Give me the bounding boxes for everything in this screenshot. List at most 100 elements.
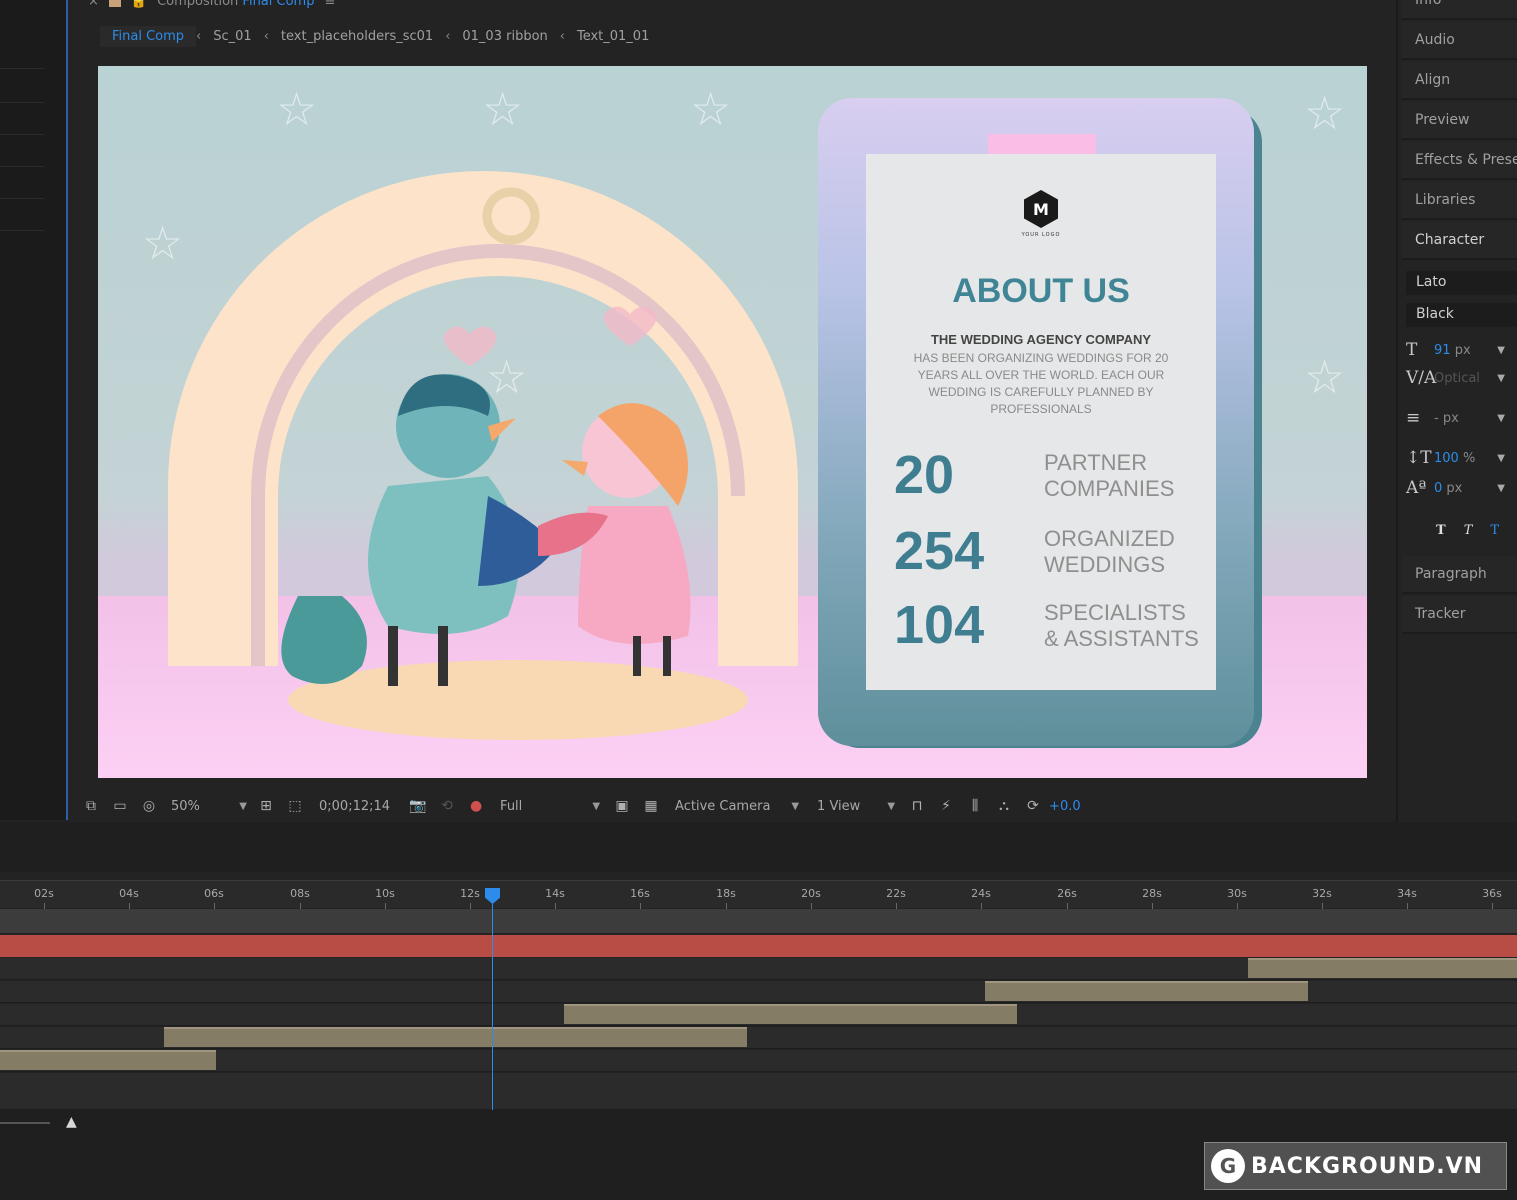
- font-size-value[interactable]: 91 px: [1434, 343, 1484, 358]
- zoom-in-mountain-icon[interactable]: ▲: [66, 1114, 77, 1130]
- monitor-icon[interactable]: ▭: [110, 797, 130, 815]
- vertical-scale-row: ↕T 100 % ▼: [1406, 446, 1517, 470]
- chevron-down-icon[interactable]: ▼: [1497, 413, 1505, 424]
- baseline-shift-value[interactable]: 0 px: [1434, 481, 1484, 496]
- money-bag-shape: [281, 596, 367, 684]
- chevron-down-icon[interactable]: ▼: [1497, 483, 1505, 494]
- layer-bar[interactable]: [985, 981, 1308, 1001]
- panel-preview[interactable]: Preview: [1402, 102, 1517, 140]
- panel-effects-presets[interactable]: Effects & Presets: [1402, 142, 1517, 180]
- ruler-label: 16s: [630, 887, 650, 900]
- resolution-dropdown[interactable]: Full ▼: [500, 799, 600, 814]
- faux-bold-button[interactable]: T: [1436, 523, 1446, 538]
- layer-bar[interactable]: [0, 1050, 216, 1070]
- font-style-field[interactable]: Black: [1406, 303, 1517, 327]
- breadcrumb-final-comp[interactable]: Final Comp: [100, 25, 197, 47]
- all-caps-button[interactable]: T: [1490, 523, 1499, 538]
- layer-bar[interactable]: [1248, 958, 1517, 978]
- views-dropdown[interactable]: 1 View ▼: [817, 799, 895, 814]
- fast-previews-icon[interactable]: ⚡: [936, 797, 956, 815]
- toggle-pixel-aspect-icon[interactable]: ⊓: [907, 797, 927, 815]
- stat-label: PARTNER COMPANIES: [1044, 450, 1174, 502]
- composition-panel-header: × 🔒 Composition Final Comp ≡ Final Comp …: [72, 0, 1392, 52]
- panel-tracker[interactable]: Tracker: [1402, 596, 1517, 634]
- project-panel-strip: [0, 0, 68, 820]
- show-snapshot-icon[interactable]: ⟲: [437, 797, 457, 815]
- fit-icon[interactable]: ⊞: [256, 797, 276, 815]
- ruler-label: 06s: [204, 887, 224, 900]
- about-title: ABOUT US: [952, 272, 1130, 310]
- leading-value[interactable]: - px: [1434, 411, 1484, 426]
- layer-track[interactable]: [0, 1027, 1517, 1049]
- views-value: 1 View: [817, 798, 861, 814]
- stat-number: 20: [894, 445, 955, 505]
- close-icon[interactable]: ×: [88, 0, 99, 9]
- layer-bar[interactable]: [564, 1004, 1017, 1024]
- exposure-value[interactable]: +0.0: [1049, 799, 1081, 814]
- layer-track[interactable]: [0, 958, 1517, 980]
- panel-audio[interactable]: Audio: [1402, 22, 1517, 60]
- fast-preview-icon[interactable]: ▣: [612, 797, 632, 815]
- always-preview-icon[interactable]: ⧉: [81, 797, 101, 815]
- layer-track[interactable]: [0, 1004, 1517, 1026]
- lock-icon[interactable]: 🔒: [131, 0, 147, 9]
- panel-row: [0, 166, 44, 167]
- camera-snapshot-icon[interactable]: 📷: [408, 797, 428, 815]
- timeline-icon[interactable]: ⫼: [965, 797, 985, 815]
- color-channels-icon[interactable]: ●: [466, 797, 486, 815]
- bride-leg: [633, 636, 641, 676]
- mask-icon[interactable]: ◎: [139, 797, 159, 815]
- breadcrumb-sc01[interactable]: Sc_01: [201, 29, 263, 44]
- transparency-grid-icon[interactable]: ▦: [641, 797, 661, 815]
- stat-label-line1: SPECIALISTS: [1044, 600, 1186, 625]
- chevron-down-icon[interactable]: ▼: [1497, 453, 1505, 464]
- zoom-dropdown[interactable]: 50% ▼: [171, 799, 247, 814]
- ruler-label: 20s: [801, 887, 821, 900]
- breadcrumb-ribbon[interactable]: 01_03 ribbon: [450, 29, 559, 44]
- time-ruler[interactable]: 02s 04s 06s 08s 10s 12s 14s 16s 18s 20s …: [0, 880, 1517, 909]
- layer-bar[interactable]: [164, 1027, 747, 1047]
- stat-label-line2: WEDDINGS: [1044, 552, 1165, 577]
- ruler-label: 04s: [119, 887, 139, 900]
- hamburger-icon[interactable]: ≡: [324, 0, 335, 9]
- work-area-bar[interactable]: [0, 909, 1517, 933]
- vertical-scale-value[interactable]: 100 %: [1434, 451, 1484, 466]
- layer-track[interactable]: [0, 1050, 1517, 1072]
- current-timecode[interactable]: 0;00;12;14: [319, 799, 390, 814]
- ruler-label: 28s: [1142, 887, 1162, 900]
- panel-align[interactable]: Align: [1402, 62, 1517, 100]
- ruler-label: 36s: [1482, 887, 1502, 900]
- panel-info[interactable]: Info: [1402, 0, 1517, 20]
- region-of-interest-icon[interactable]: ⬚: [285, 797, 305, 815]
- kerning-value[interactable]: Optical: [1434, 371, 1484, 386]
- watermark-text: BACKGROUND.VN: [1251, 1153, 1484, 1179]
- composition-viewer[interactable]: ☆ ☆ ☆ ☆ ☆ ☆ ☆ M YOUR LOGO ABOUT US THE W…: [98, 66, 1367, 778]
- heart-shape: [443, 326, 497, 366]
- playhead-line[interactable]: [492, 890, 493, 1112]
- ruler-label: 12s: [460, 887, 480, 900]
- reset-exposure-icon[interactable]: ⟳: [1023, 797, 1043, 815]
- camera-dropdown[interactable]: Active Camera ▼: [675, 799, 799, 814]
- stat-number: 254: [894, 521, 985, 581]
- flowchart-icon[interactable]: ⛬: [994, 797, 1014, 815]
- font-family-field[interactable]: Lato: [1406, 271, 1517, 295]
- composition-tab[interactable]: × 🔒 Composition Final Comp ≡: [88, 0, 335, 9]
- breadcrumb-text-placeholders[interactable]: text_placeholders_sc01: [269, 29, 445, 44]
- ruler-label: 30s: [1227, 887, 1247, 900]
- breadcrumb: Final Comp ‹ Sc_01 ‹ text_placeholders_s…: [100, 24, 661, 48]
- chevron-down-icon[interactable]: ▼: [1497, 373, 1505, 384]
- panel-character[interactable]: Character: [1402, 222, 1517, 260]
- font-size-row: T 91 px ▼: [1406, 338, 1517, 362]
- breadcrumb-text[interactable]: Text_01_01: [565, 29, 661, 44]
- chevron-down-icon[interactable]: ▼: [1497, 345, 1505, 356]
- kerning-icon: V/A: [1406, 368, 1437, 388]
- faux-italic-button[interactable]: T: [1464, 523, 1473, 538]
- timeline-zoom-slider[interactable]: [0, 1122, 50, 1124]
- layer-track[interactable]: [0, 981, 1517, 1003]
- about-body: HAS BEEN ORGANIZING WEDDINGS FOR 20 YEAR…: [913, 351, 1169, 416]
- viewer-toolbar: ⧉ ▭ ◎ 50% ▼ ⊞ ⬚ 0;00;12;14 📷 ⟲ ● Full ▼ …: [72, 790, 1392, 822]
- chevron-down-icon: ▼: [239, 800, 247, 812]
- panel-libraries[interactable]: Libraries: [1402, 182, 1517, 220]
- panel-paragraph[interactable]: Paragraph: [1402, 556, 1517, 594]
- layer-track-selected[interactable]: [0, 935, 1517, 957]
